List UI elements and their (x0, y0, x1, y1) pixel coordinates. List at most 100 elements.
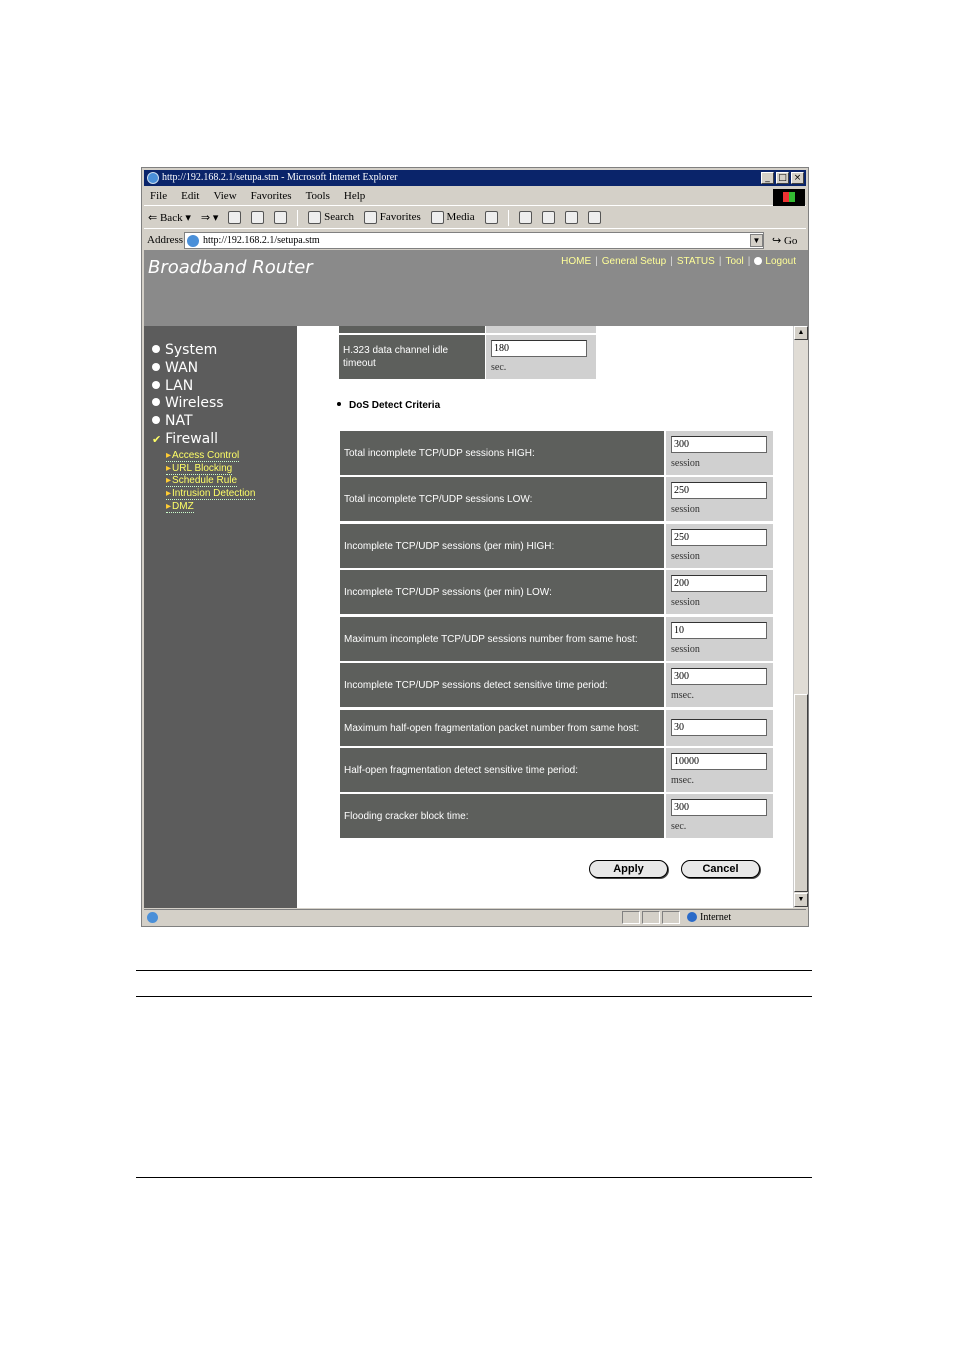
menu-bar: File Edit View Favorites Tools Help (144, 187, 806, 206)
dos-input-3[interactable] (671, 575, 767, 592)
dos-label-1: Total incomplete TCP/UDP sessions LOW: (340, 477, 664, 521)
top-nav: HOME | General Setup | STATUS | Tool | Logout (561, 256, 796, 267)
favorites-icon (364, 211, 378, 224)
dos-input-2[interactable] (671, 529, 767, 546)
home-icon[interactable] (274, 211, 288, 224)
page-status-icon (147, 912, 158, 923)
menu-view[interactable]: View (213, 190, 236, 202)
dos-label-6: Maximum half-open fragmentation packet n… (340, 710, 664, 746)
favorites-button[interactable]: Favorites (364, 211, 421, 224)
router-banner: Broadband Router HOME | General Setup | STAT… (144, 250, 808, 326)
scroll-thumb[interactable] (794, 694, 808, 892)
nav-home[interactable]: HOME (561, 256, 591, 267)
go-button[interactable]: ↪ Go (772, 234, 797, 247)
document-rule (136, 996, 812, 997)
sidebar-sub-schedule-rule[interactable]: Schedule Rule (166, 475, 238, 487)
menu-tools[interactable]: Tools (306, 190, 330, 202)
logout-icon (754, 257, 763, 265)
search-button[interactable]: Search (308, 211, 354, 224)
scroll-up-icon[interactable]: ▲ (794, 326, 808, 340)
sidebar-item-nat[interactable]: NAT (152, 413, 193, 429)
address-dropdown[interactable]: ▼ (750, 234, 763, 247)
dos-unit-2: session (671, 551, 700, 562)
window-title: http://192.168.2.1/setupa.stm - Microsof… (162, 172, 398, 183)
dos-input-5[interactable] (671, 668, 767, 685)
main-panel: H.323 data channel idle timeout sec. DoS… (297, 326, 793, 908)
nav-logout[interactable]: Logout (765, 256, 796, 267)
dos-cell-1: session (666, 477, 773, 521)
dos-cell-6 (666, 710, 773, 746)
dos-label-8: Flooding cracker block time: (340, 794, 664, 838)
apply-button[interactable]: Apply (589, 860, 668, 878)
menu-favorites[interactable]: Favorites (251, 190, 292, 202)
dos-unit-3: session (671, 597, 700, 608)
discuss-icon[interactable] (587, 211, 601, 224)
close-button[interactable]: × (791, 172, 804, 184)
menu-file[interactable]: File (150, 190, 167, 202)
dos-cell-0: session (666, 431, 773, 475)
h323-timeout-input[interactable] (491, 340, 587, 357)
page-icon (187, 235, 199, 247)
cancel-button[interactable]: Cancel (681, 860, 760, 878)
sidebar-item-wan[interactable]: WAN (152, 360, 198, 376)
nav-general-setup[interactable]: General Setup (602, 256, 667, 267)
sidebar-item-wireless[interactable]: Wireless (152, 395, 224, 411)
history-icon[interactable] (484, 211, 498, 224)
dos-label-5: Incomplete TCP/UDP sessions detect sensi… (340, 663, 664, 707)
dos-label-4: Maximum incomplete TCP/UDP sessions numb… (340, 617, 664, 661)
sidebar-sub-access-control[interactable]: Access Control (166, 450, 240, 462)
nav-tool[interactable]: Tool (725, 256, 743, 267)
scroll-down-icon[interactable]: ▼ (794, 893, 808, 907)
edit-icon[interactable] (564, 211, 578, 224)
ie-icon (147, 172, 159, 184)
bullet-icon (152, 363, 160, 371)
dos-input-4[interactable] (671, 622, 767, 639)
dos-unit-4: session (671, 644, 700, 655)
dos-input-1[interactable] (671, 482, 767, 499)
sidebar-sub-url-blocking[interactable]: URL Blocking (166, 463, 233, 475)
back-button[interactable]: ⇐ Back ▾ (148, 211, 191, 224)
dos-cell-2: session (666, 524, 773, 568)
dos-input-8[interactable] (671, 799, 767, 816)
h323-timeout-label: H.323 data channel idle timeout (339, 335, 485, 379)
dos-label-3: Incomplete TCP/UDP sessions (per min) LO… (340, 570, 664, 614)
dos-unit-1: session (671, 504, 700, 515)
forward-button[interactable]: ⇒ ▾ (201, 211, 219, 224)
dos-unit-7: msec. (671, 775, 695, 786)
dos-input-7[interactable] (671, 753, 767, 770)
dos-cell-5: msec. (666, 663, 773, 707)
mail-icon[interactable] (518, 211, 532, 224)
bullet-icon (337, 402, 341, 406)
dos-unit-0: session (671, 458, 700, 469)
sidebar-item-firewall[interactable]: ✔ Firewall (152, 431, 218, 447)
sidebar-item-lan[interactable]: LAN (152, 378, 193, 394)
stop-icon[interactable] (228, 211, 242, 224)
vertical-scrollbar[interactable]: ▲ ▼ (793, 326, 808, 908)
sidebar: System WAN LAN Wireless NAT ✔Firewall Ac… (144, 326, 297, 908)
dos-label-0: Total incomplete TCP/UDP sessions HIGH: (340, 431, 664, 475)
address-input[interactable]: http://192.168.2.1/setupa.stm (184, 232, 764, 249)
dos-input-6[interactable] (671, 719, 767, 736)
bullet-icon (152, 398, 160, 406)
dos-label-7: Half-open fragmentation detect sensitive… (340, 748, 664, 792)
browser-toolbar: ⇐ Back ▾ ⇒ ▾ Search Favorites Media (144, 207, 806, 229)
menu-help[interactable]: Help (344, 190, 365, 202)
check-icon: ✔ (152, 433, 162, 446)
dos-unit-5: msec. (671, 690, 695, 701)
maximize-button[interactable]: □ (776, 172, 789, 184)
nav-status[interactable]: STATUS (677, 256, 715, 267)
sidebar-sub-intrusion-detection[interactable]: Intrusion Detection (166, 488, 256, 500)
sidebar-item-system[interactable]: System (152, 342, 217, 358)
media-icon (430, 211, 444, 224)
menu-edit[interactable]: Edit (181, 190, 199, 202)
dos-input-0[interactable] (671, 436, 767, 453)
bullet-icon (152, 345, 160, 353)
bullet-icon (152, 381, 160, 389)
address-bar: Address http://192.168.2.1/setupa.stm ▼ … (144, 230, 806, 250)
print-icon[interactable] (541, 211, 555, 224)
minimize-button[interactable]: _ (761, 172, 774, 184)
sidebar-sub-dmz[interactable]: DMZ (166, 501, 194, 513)
media-button[interactable]: Media (430, 211, 475, 224)
dos-unit-8: sec. (671, 821, 687, 832)
refresh-icon[interactable] (251, 211, 265, 224)
